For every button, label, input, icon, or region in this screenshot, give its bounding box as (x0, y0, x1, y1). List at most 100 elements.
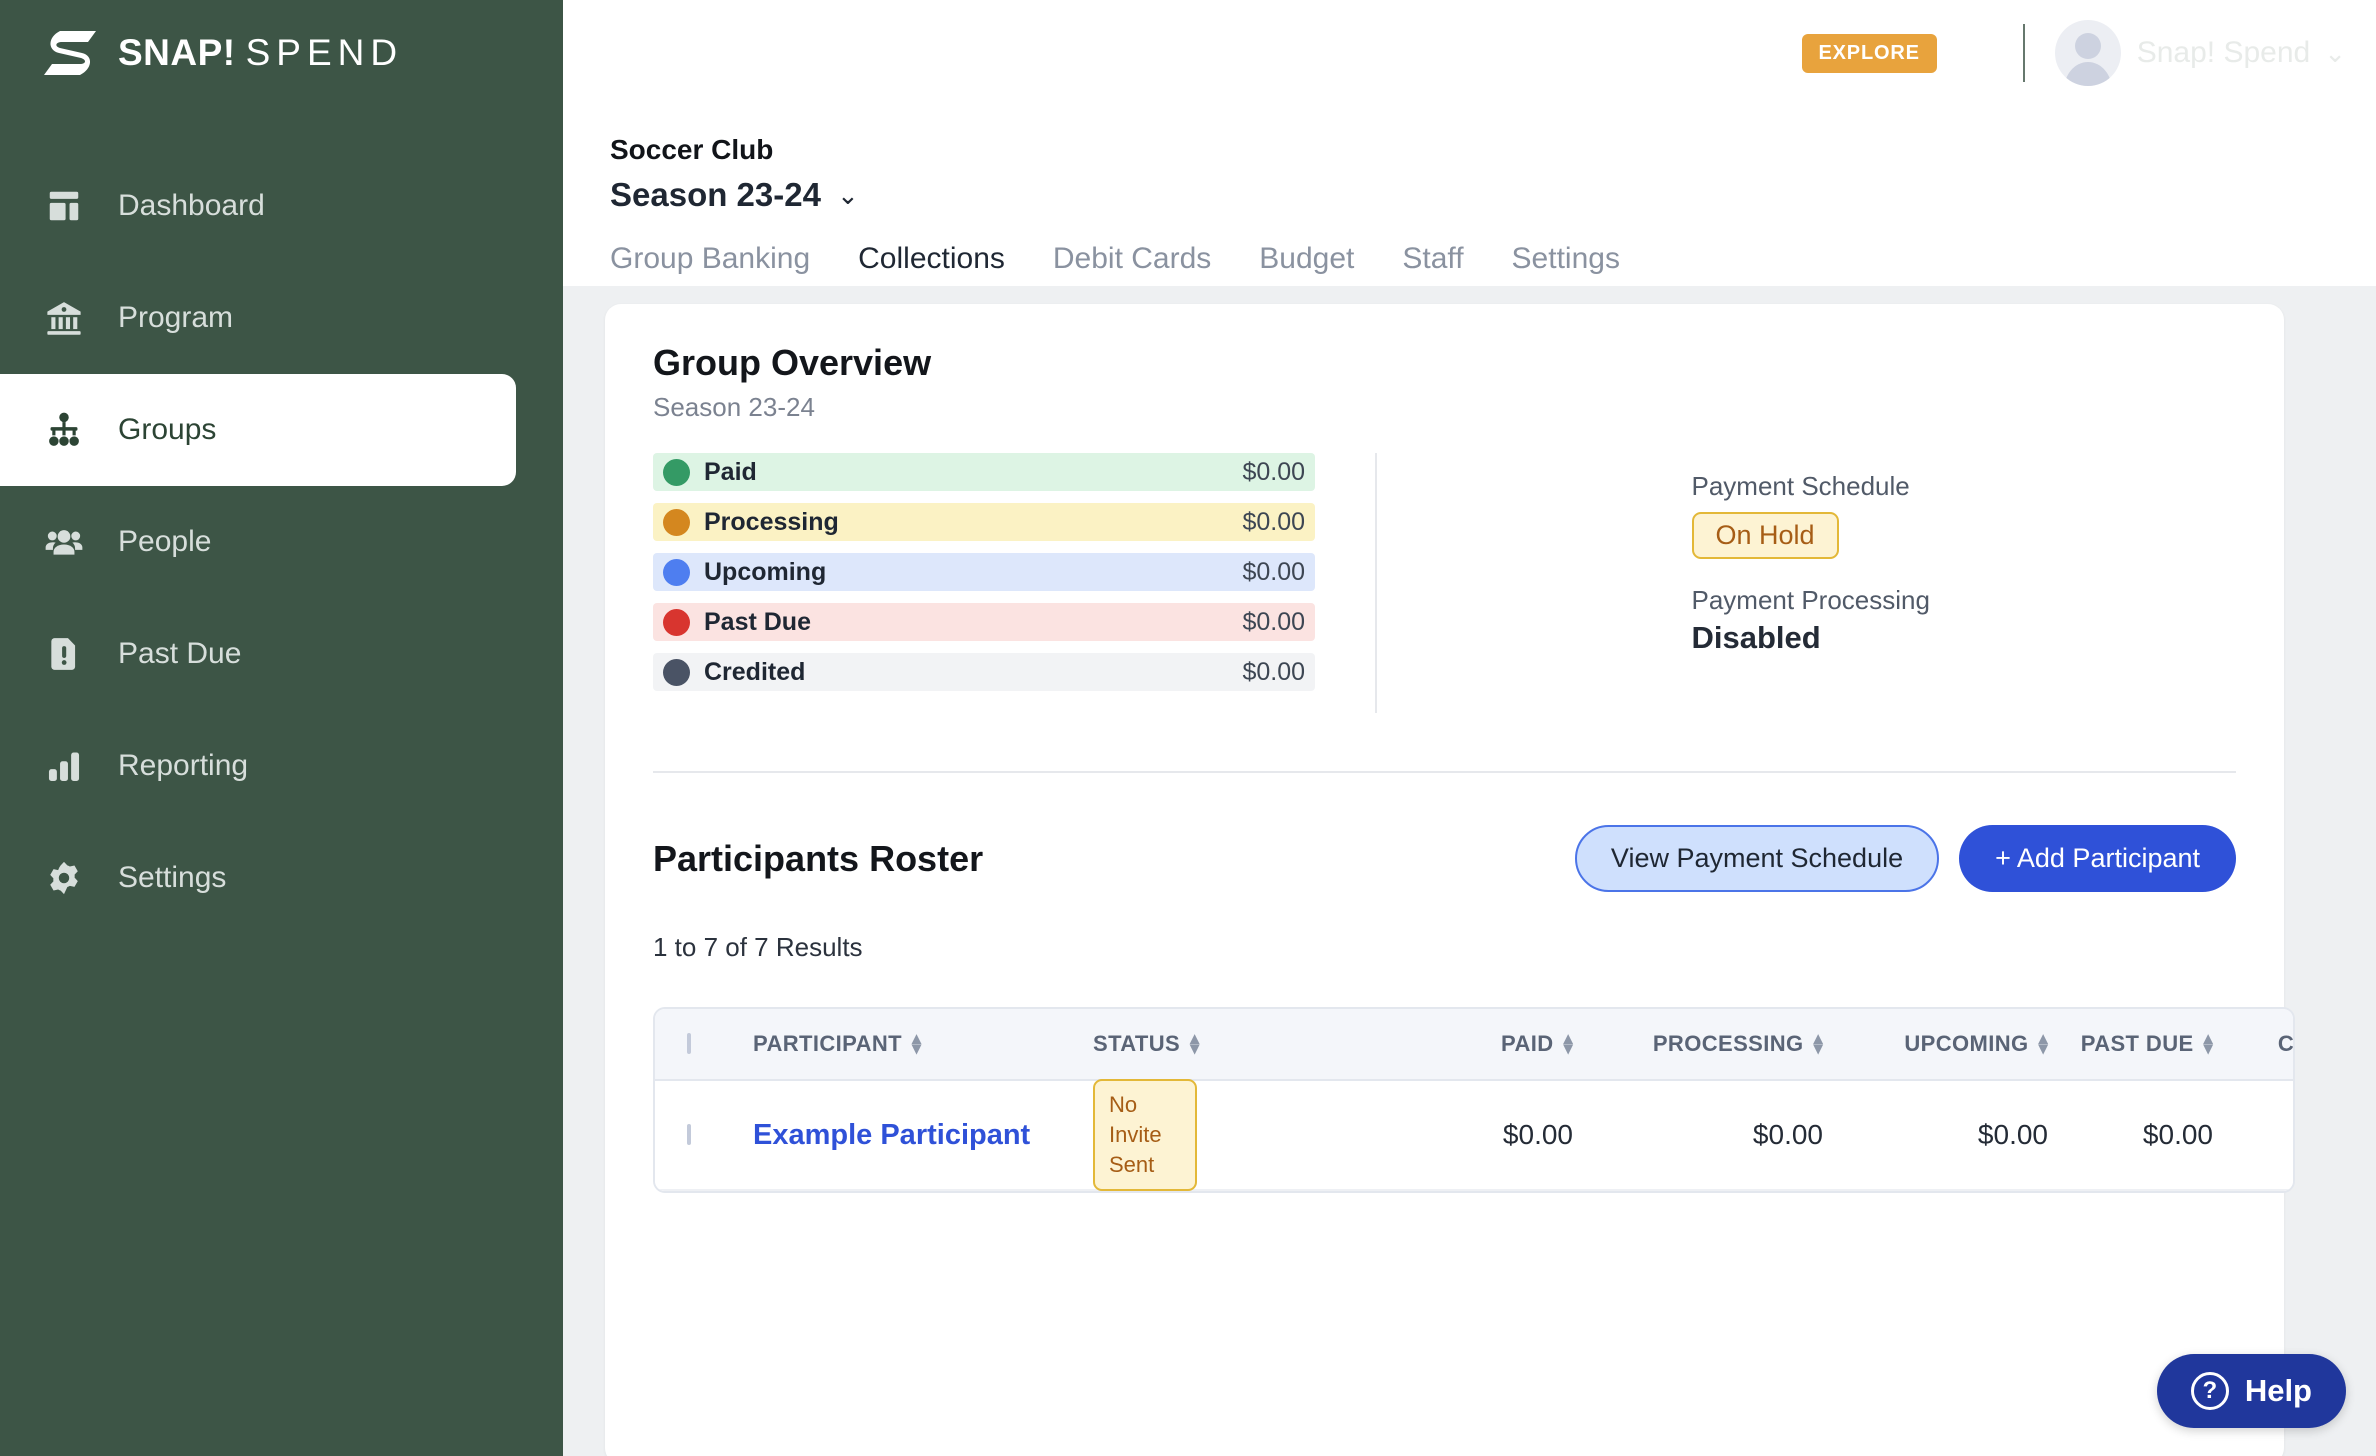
org-chart-icon (42, 408, 86, 452)
sidebar-nav: Dashboard Program Groups People Past Due… (0, 150, 563, 934)
status-amount: $0.00 (1242, 607, 1305, 636)
brand-logo[interactable]: SNAP! SPEND (42, 18, 403, 88)
cell-past-due: $0.00 (2142, 1119, 2213, 1150)
row-checkbox[interactable] (687, 1124, 691, 1145)
column-label: PAID (1501, 1031, 1554, 1056)
season-selector[interactable]: Season 23-24 ⌄ (610, 176, 859, 214)
status-amount: $0.00 (1242, 507, 1305, 536)
status-dot (663, 558, 690, 586)
status-amount: $0.00 (1242, 457, 1305, 486)
content-shell: Soccer Club Season 23-24 ⌄ Group Banking… (563, 106, 2376, 1456)
column-header-processing[interactable]: PROCESSING ▴ ▾ (1573, 1029, 1823, 1057)
sidebar-item-label: Settings (118, 861, 227, 894)
club-name: Soccer Club (610, 134, 774, 165)
group-overview-title: Group Overview (653, 342, 932, 383)
dashboard-icon (42, 184, 86, 228)
status-dot (663, 508, 690, 536)
sidebar-item-program[interactable]: Program (0, 262, 563, 374)
table-row[interactable]: Example Participant No Invite Sent $0.00… (655, 1079, 2293, 1191)
payment-processing-value: Disabled (1691, 620, 1821, 655)
question-circle-icon: ? (2190, 1372, 2229, 1410)
user-avatar-icon[interactable] (2054, 20, 2121, 86)
user-name-label[interactable]: Snap! Spend (2137, 36, 2310, 70)
cell-processing: $0.00 (1752, 1119, 1823, 1150)
column-header-past-due[interactable]: PAST DUE ▴ ▾ (2048, 1028, 2213, 1058)
status-label: Paid (704, 457, 757, 486)
collections-card: Group Overview Season 23-24 Paid $0.00 P… (605, 304, 2295, 1456)
status-row-processing: Processing $0.00 (653, 503, 1315, 541)
add-participant-button[interactable]: + Add Participant (1959, 825, 2236, 892)
select-all-checkbox[interactable] (687, 1033, 691, 1054)
sidebar-item-settings[interactable]: Settings (0, 822, 563, 934)
gear-icon (42, 856, 86, 900)
column-label: PARTICIPANT (753, 1031, 903, 1056)
column-header-status[interactable]: STATUS ▴ ▾ (1093, 1028, 1363, 1058)
help-label: Help (2244, 1373, 2312, 1408)
status-dot (663, 608, 690, 636)
view-payment-schedule-button[interactable]: View Payment Schedule (1574, 825, 1940, 892)
sort-icon: ▴ ▾ (1190, 1028, 1200, 1058)
apps-grid-icon[interactable] (1950, 32, 1993, 74)
column-header-participant[interactable]: PARTICIPANT ▴ ▾ (753, 1028, 1093, 1058)
status-label: Processing (704, 507, 839, 536)
column-label: STATUS (1093, 1031, 1181, 1056)
status-dot (663, 458, 690, 486)
payment-info-panel: Payment Schedule On Hold Payment Process… (1375, 453, 2236, 713)
help-button[interactable]: ? Help (2156, 1354, 2346, 1428)
chevron-down-icon[interactable]: ⌄ (2324, 38, 2346, 69)
status-label: Credited (704, 657, 806, 686)
sidebar-item-label: Program (118, 301, 234, 334)
status-row-upcoming: Upcoming $0.00 (653, 553, 1315, 591)
participant-link[interactable]: Example Participant (753, 1119, 1030, 1151)
app-root: SNAP! SPEND Dashboard Program Groups Peo… (0, 0, 2376, 1456)
status-amount: $0.00 (1242, 657, 1305, 686)
chevron-down-icon: ⌄ (836, 180, 859, 210)
cell-upcoming: $0.00 (1977, 1119, 2048, 1150)
sidebar-item-groups[interactable]: Groups (0, 374, 516, 486)
sidebar-item-label: Dashboard (118, 189, 265, 222)
bank-icon (42, 296, 86, 340)
group-overview-subtitle: Season 23-24 (653, 392, 815, 422)
sidebar-item-label: People (118, 525, 212, 558)
sidebar: SNAP! SPEND Dashboard Program Groups Peo… (0, 0, 563, 1456)
column-label: PAST DUE (2080, 1031, 2194, 1056)
sidebar-item-label: Past Due (118, 637, 242, 670)
row-select-cell (655, 1124, 753, 1145)
select-all-cell (655, 1033, 753, 1054)
content-background: Group Overview Season 23-24 Paid $0.00 P… (563, 286, 2376, 1456)
sidebar-item-reporting[interactable]: Reporting (0, 710, 563, 822)
sidebar-item-label: Reporting (118, 749, 249, 782)
status-badge: No Invite Sent (1093, 1079, 1197, 1191)
column-label: CREDITED (2277, 1031, 2295, 1056)
column-header-upcoming[interactable]: UPCOMING ▴ ▾ (1823, 1029, 2048, 1057)
alert-file-icon (42, 632, 86, 676)
cell-participant: Example Participant (753, 1119, 1093, 1152)
status-row-credited: Credited $0.00 (653, 653, 1315, 691)
brand-name: SNAP! SPEND (118, 32, 404, 73)
participants-table: PARTICIPANT ▴ ▾ STATUS ▴ ▾ PAID ▴ ▾ PROCE (653, 1007, 2295, 1193)
sidebar-item-past-due[interactable]: Past Due (0, 598, 563, 710)
section-divider (653, 771, 2236, 773)
payment-processing-label: Payment Processing (1691, 585, 1930, 615)
status-dot (663, 658, 690, 686)
column-label: PROCESSING (1652, 1031, 1804, 1056)
sort-icon: ▴ ▾ (2203, 1028, 2213, 1058)
explore-button[interactable]: EXPLORE (1801, 33, 1937, 73)
sidebar-item-dashboard[interactable]: Dashboard (0, 150, 563, 262)
roster-header: Participants Roster View Payment Schedul… (653, 825, 2236, 892)
cell-paid: $0.00 (1502, 1119, 1573, 1150)
status-row-paid: Paid $0.00 (653, 453, 1315, 491)
topbar-divider (2022, 24, 2025, 82)
status-amount: $0.00 (1242, 557, 1305, 586)
page-header: Soccer Club Season 23-24 ⌄ Group Banking… (563, 106, 2376, 302)
status-label: Past Due (704, 607, 811, 636)
status-label: Upcoming (704, 557, 827, 586)
payment-schedule-status-badge: On Hold (1691, 512, 1839, 559)
sidebar-item-people[interactable]: People (0, 486, 563, 598)
column-header-credited[interactable]: CREDITED ▴▾ (2213, 1031, 2295, 1057)
column-header-paid[interactable]: PAID ▴ ▾ (1363, 1029, 1573, 1057)
snap-logo-icon (42, 29, 100, 77)
cell-status: No Invite Sent (1093, 1079, 1363, 1191)
sort-icon: ▴ ▾ (912, 1028, 922, 1058)
participants-roster-title: Participants Roster (653, 837, 984, 879)
